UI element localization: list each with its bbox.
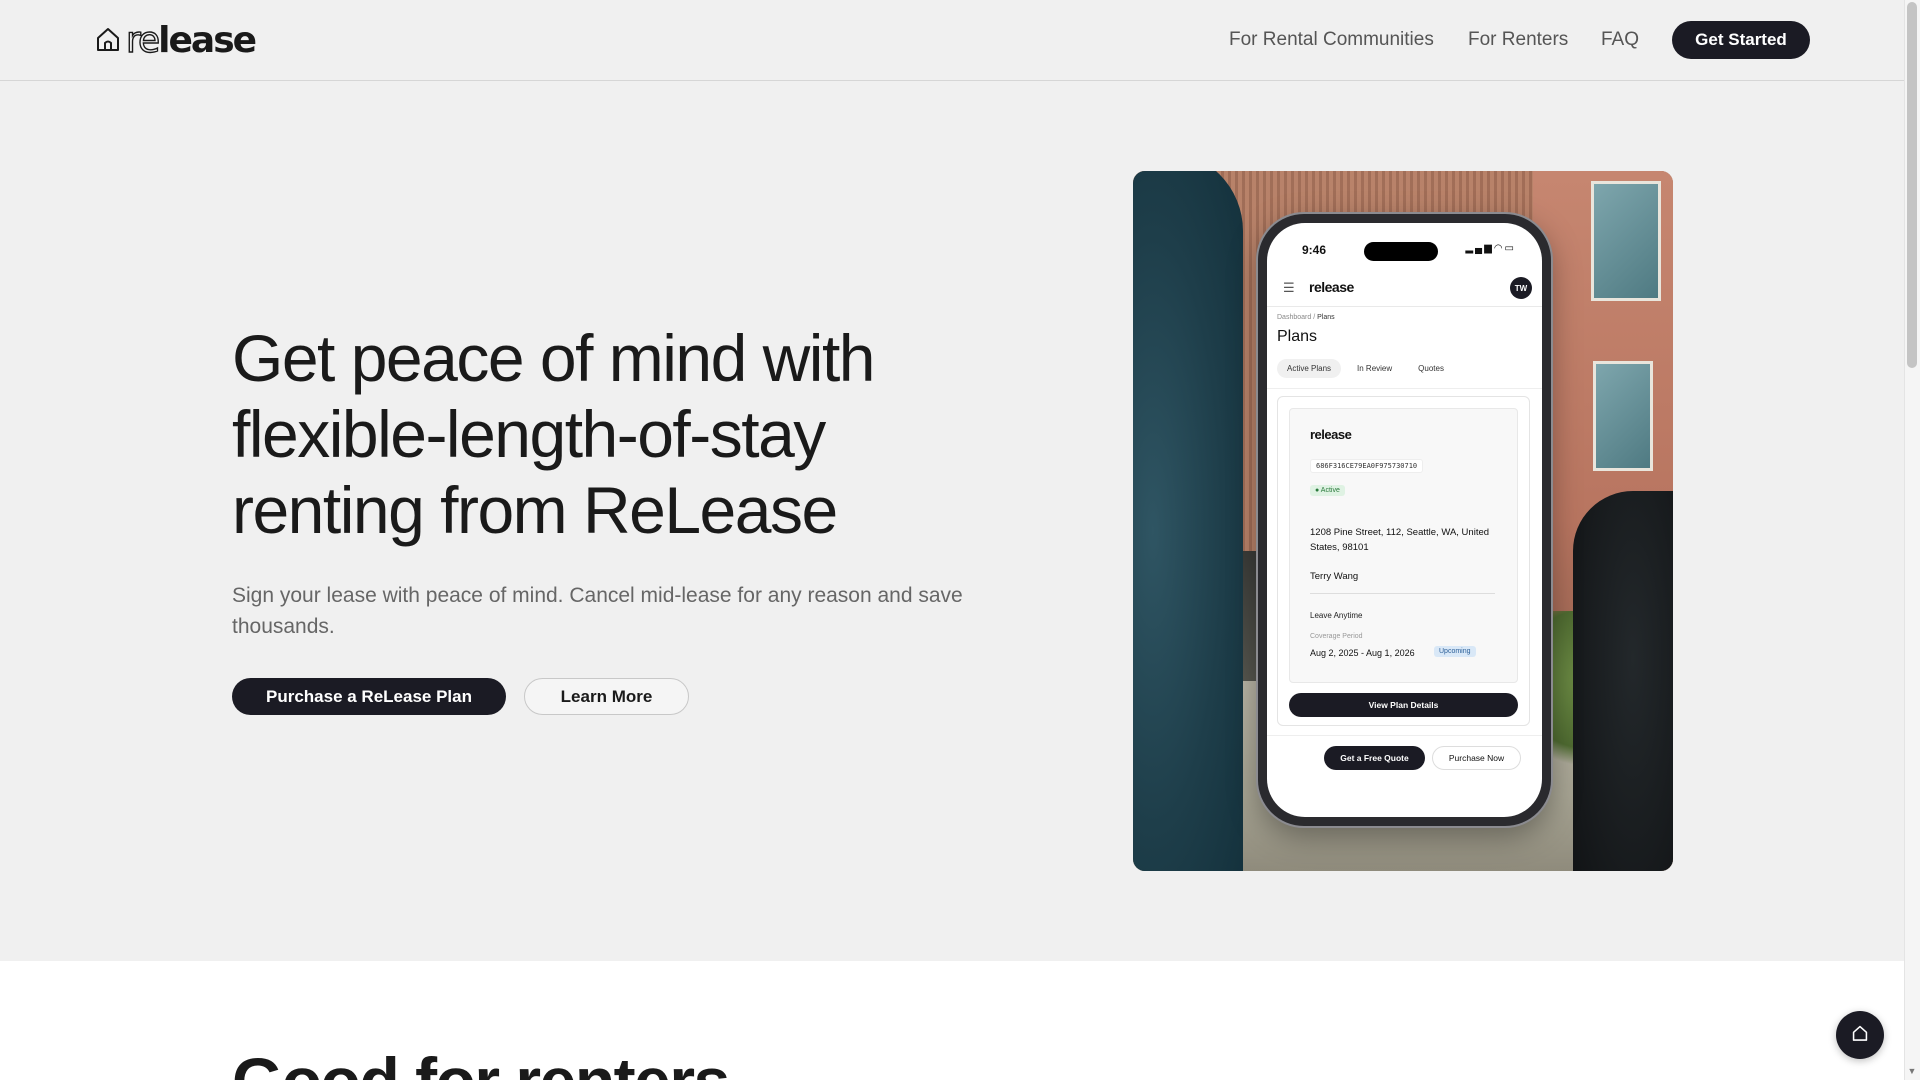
breadcrumb: Dashboard / Plans xyxy=(1277,314,1335,321)
breadcrumb-parent[interactable]: Dashboard xyxy=(1277,314,1311,321)
divider xyxy=(1267,735,1542,736)
status-icons: ▂▄▆◠▭ xyxy=(1465,243,1516,254)
nav-link-rental-communities[interactable]: For Rental Communities xyxy=(1229,29,1434,51)
site-header: release For Rental Communities For Rente… xyxy=(0,0,1904,81)
phone-screen: 9:46 ▂▄▆◠▭ ☰ release TW Dashboard / Plan… xyxy=(1267,223,1542,817)
purchase-plan-button[interactable]: Purchase a ReLease Plan xyxy=(232,678,506,715)
person-shoulder xyxy=(1573,491,1673,871)
plan-tabs: Active Plans In Review Quotes xyxy=(1277,359,1454,378)
hero-title: Get peace of mind with flexible-length-o… xyxy=(232,320,1032,548)
good-for-renters-section: Good for renters xyxy=(0,961,1904,1080)
app-logo: release xyxy=(1309,279,1354,295)
status-time: 9:46 xyxy=(1302,243,1327,257)
plan-code: 686F316CE79EA0F975730710 xyxy=(1310,459,1424,473)
view-plan-details-button[interactable]: View Plan Details xyxy=(1289,693,1518,717)
upcoming-badge: Upcoming xyxy=(1434,646,1476,657)
scrollbar-thumb[interactable] xyxy=(1907,2,1917,368)
coverage-label: Coverage Period xyxy=(1310,633,1363,640)
divider xyxy=(1267,388,1542,389)
avatar[interactable]: TW xyxy=(1510,277,1532,299)
chat-button[interactable] xyxy=(1836,1011,1884,1059)
plan-address: 1208 Pine Street, 112, Seattle, WA, Unit… xyxy=(1310,527,1490,553)
hero-title-line: Get peace of mind with xyxy=(232,321,876,395)
app-bar: ☰ release TW xyxy=(1267,269,1542,307)
person-shoulder xyxy=(1133,171,1243,871)
breadcrumb-current: Plans xyxy=(1317,314,1335,321)
plan-type: Leave Anytime xyxy=(1310,611,1363,620)
tab-in-review[interactable]: In Review xyxy=(1347,359,1402,378)
plan-holder-name: Terry Wang xyxy=(1310,571,1359,582)
logo-link[interactable]: release xyxy=(94,20,257,61)
coverage-value: Aug 2, 2025 - Aug 1, 2026 xyxy=(1310,648,1415,658)
purchase-now-button[interactable]: Purchase Now xyxy=(1432,746,1521,770)
tab-quotes[interactable]: Quotes xyxy=(1408,359,1454,378)
plan-card: release 686F316CE79EA0F975730710 ● Activ… xyxy=(1289,408,1518,683)
plan-container: release 686F316CE79EA0F975730710 ● Activ… xyxy=(1277,396,1530,726)
scroll-down-icon[interactable]: ▼ xyxy=(1906,1066,1918,1076)
free-quote-button[interactable]: Get a Free Quote xyxy=(1324,746,1425,770)
battery-icon: ▭ xyxy=(1504,243,1516,254)
status-badge: ● Active xyxy=(1310,485,1345,496)
phone-mockup: 9:46 ▂▄▆◠▭ ☰ release TW Dashboard / Plan… xyxy=(1258,214,1551,826)
hero-image: 9:46 ▂▄▆◠▭ ☰ release TW Dashboard / Plan… xyxy=(1133,171,1673,871)
building-window xyxy=(1593,361,1653,471)
building-window xyxy=(1591,181,1661,301)
section-title: Good for renters xyxy=(232,1043,730,1080)
get-started-button[interactable]: Get Started xyxy=(1672,21,1810,59)
nav-link-faq[interactable]: FAQ xyxy=(1601,29,1639,51)
logo-wordmark: release xyxy=(125,20,257,61)
signal-icon: ▂▄▆ xyxy=(1465,243,1494,254)
learn-more-button[interactable]: Learn More xyxy=(524,678,689,715)
nav-link-renters[interactable]: For Renters xyxy=(1468,29,1568,51)
hero-title-line: renting from ReLease xyxy=(232,473,838,547)
tab-active-plans[interactable]: Active Plans xyxy=(1277,359,1342,378)
hero-title-line: flexible-length-of-stay xyxy=(232,397,826,471)
wifi-icon: ◠ xyxy=(1493,243,1505,254)
page-title: Plans xyxy=(1277,328,1318,345)
card-logo: release xyxy=(1310,427,1352,442)
divider xyxy=(1310,593,1495,594)
hero-subtitle: Sign your lease with peace of mind. Canc… xyxy=(232,584,963,638)
hamburger-menu-icon[interactable]: ☰ xyxy=(1283,280,1295,296)
house-logo-icon xyxy=(94,25,122,58)
dynamic-island xyxy=(1364,242,1438,261)
house-outline-icon xyxy=(1851,1024,1869,1047)
